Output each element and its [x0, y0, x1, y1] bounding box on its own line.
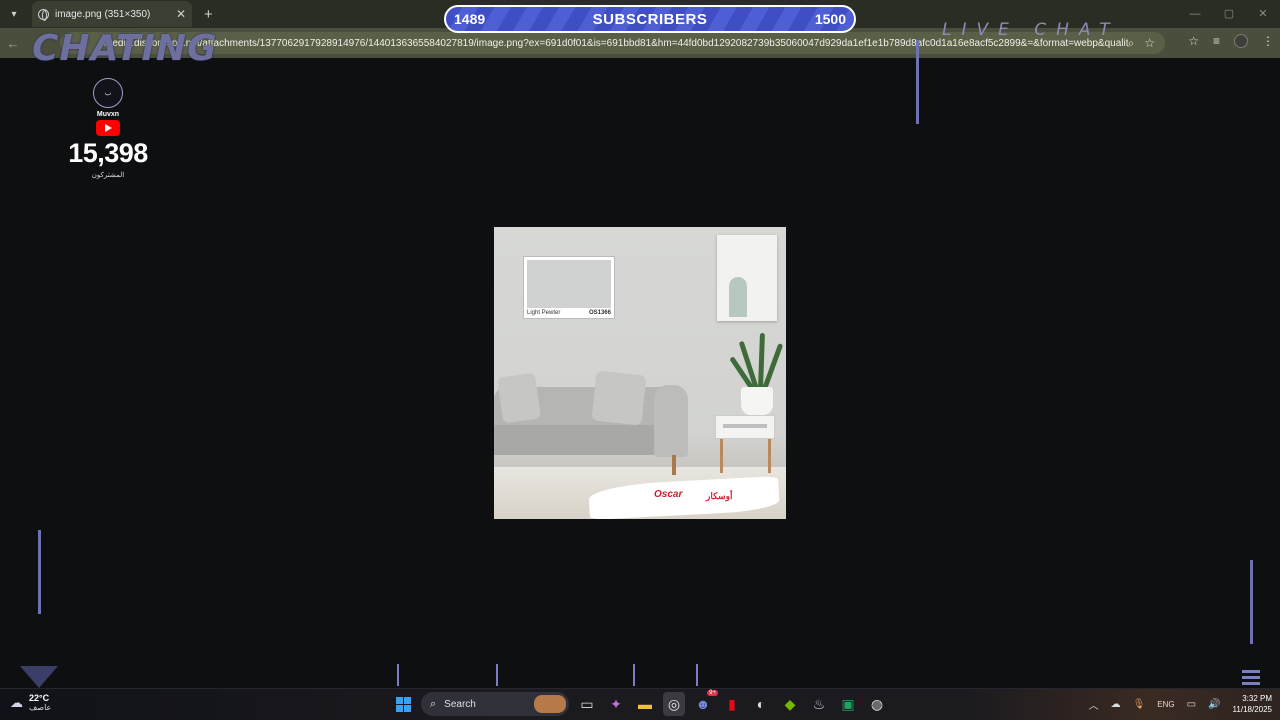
subscriber-count: 15,398 [68, 138, 148, 168]
media-icon[interactable]: ≡ [1213, 34, 1220, 48]
netflix-icon[interactable]: ▮ [721, 692, 743, 716]
paint-swatch-card: Light Pewter OS1366 [523, 256, 615, 319]
brand-logo-arabic: أوسكار [706, 491, 733, 501]
discord-badge: 9+ [707, 690, 718, 696]
windows-icon[interactable] [392, 692, 414, 716]
copilot-icon[interactable]: ✦ [605, 692, 627, 716]
search-icon: ⌕ [430, 697, 437, 710]
chat-divider-line [916, 40, 919, 124]
obs-icon[interactable]: ◐ [750, 692, 772, 716]
clock-date: 11/18/2025 [1232, 705, 1272, 714]
plant-leaf [762, 343, 784, 390]
wall-frame [717, 235, 777, 321]
equalizer-bar [397, 664, 399, 686]
swatch-code: OS1366 [588, 310, 611, 316]
subscriber-goal-bar: 1489 SUBSCRIBERS 1500 [444, 5, 856, 33]
channel-name: Muvxn [96, 111, 120, 118]
steam-icon[interactable]: ♨ [808, 692, 830, 716]
equalizer-bar [696, 664, 698, 686]
subscriber-count-label: المشتركون [91, 172, 125, 179]
clock[interactable]: 3:32 PM 11/18/2025 [1233, 693, 1272, 715]
sofa-seat [494, 425, 674, 455]
table-drawer [723, 424, 767, 428]
close-icon[interactable]: ✕ [176, 7, 186, 21]
app-icon[interactable]: ◍ [866, 692, 888, 716]
language-indicator[interactable]: ENG [1157, 700, 1174, 709]
back-icon[interactable]: ← [0, 36, 26, 51]
swatch-name: Light Pewter [527, 310, 561, 316]
sofa-pillow [496, 372, 542, 424]
channel-widget: ب Muvxn 15,398 المشتركون [60, 78, 156, 179]
globe-icon [38, 8, 49, 21]
task-view-icon[interactable]: ▭ [576, 692, 598, 716]
sub-goal-label: SUBSCRIBERS [592, 10, 708, 28]
avatar[interactable] [1234, 34, 1248, 48]
minimize-button[interactable]: — [1178, 0, 1212, 28]
displayed-image[interactable]: Light Pewter OS1366 Oscar أوسكار [494, 227, 786, 519]
menu-icon [1242, 670, 1260, 688]
menu-icon[interactable]: ⋮ [1262, 34, 1274, 48]
sofa-pillow [591, 370, 647, 426]
equalizer-bar [496, 664, 498, 686]
window-controls: — ▢ ✕ [1178, 0, 1280, 28]
excel-icon[interactable]: ▣ [837, 692, 859, 716]
plus-icon[interactable]: + [204, 6, 213, 23]
discord-icon[interactable]: ☻ 9+ [692, 690, 718, 716]
weather-widget[interactable]: ☁ 22°C عاصف [10, 693, 51, 712]
taskbar-search[interactable]: ⌕ Search [421, 692, 569, 716]
volume-icon[interactable]: 🔊 [1208, 699, 1220, 710]
clock-time: 3:32 PM [1242, 694, 1272, 703]
youtube-icon [96, 120, 120, 136]
search-placeholder: Search [444, 698, 476, 710]
microphone-icon[interactable]: 🎙 [1133, 699, 1146, 710]
right-divider-line [1250, 560, 1253, 644]
wind-icon: ☁ [10, 694, 23, 710]
brand-logo: Oscar [654, 489, 683, 500]
channel-avatar: ب [93, 78, 123, 108]
cloud-icon[interactable]: ☁ [1111, 699, 1121, 710]
equalizer-bar [633, 664, 635, 686]
tab-search-icon[interactable]: ▾ [4, 4, 24, 24]
chevron-up-icon[interactable]: ︿ [1089, 697, 1099, 712]
browser-tab[interactable]: image.png (351×350) ✕ [32, 1, 192, 27]
zoom-icon[interactable]: ⌕ [1128, 36, 1135, 51]
left-divider-line [38, 530, 41, 614]
plant-pot [741, 387, 773, 415]
star-icon[interactable]: ☆ [1144, 36, 1155, 51]
taskbar-apps: ⌕ Search ▭ ✦ ▬ ◎ ☻ 9+ ▮ ◐ ◆ ♨ ▣ ◍ [392, 690, 888, 716]
frame-arch [729, 277, 747, 317]
live-chat-title: LIVE CHAT [942, 20, 1120, 40]
file-explorer-icon[interactable]: ▬ [634, 692, 656, 716]
maximize-button[interactable]: ▢ [1212, 0, 1246, 28]
wifi-icon[interactable]: ▭ [1187, 699, 1196, 710]
table-leg [720, 439, 723, 473]
browser-toolbar: ☆ ≡ ⋮ [1188, 34, 1274, 48]
weather-temp: 22°C [29, 693, 50, 703]
tab-title: image.png (351×350) [55, 8, 151, 20]
sofa-arm [654, 385, 688, 457]
system-tray: ︿ ☁ 🎙 ENG ▭ 🔊 3:32 PM 11/18/2025 [1089, 693, 1272, 715]
side-table [715, 415, 775, 439]
chrome-icon[interactable]: ◎ [663, 692, 685, 716]
chating-title: CHATING [32, 28, 218, 69]
nvidia-icon[interactable]: ◆ [779, 692, 801, 716]
overlay-logo [20, 666, 58, 688]
weather-condition: عاصف [29, 703, 52, 712]
close-window-button[interactable]: ✕ [1246, 0, 1280, 28]
swatch-color [527, 260, 611, 308]
table-leg [768, 439, 771, 473]
sub-goal-current: 1489 [454, 11, 486, 27]
bookmark-icon[interactable]: ☆ [1188, 34, 1199, 48]
search-doodle [534, 695, 566, 713]
sub-goal-target: 1500 [814, 11, 846, 27]
sofa-leg [672, 455, 676, 475]
taskbar: ☁ 22°C عاصف ⌕ Search ▭ ✦ ▬ ◎ ☻ 9+ ▮ ◐ ◆ ♨… [0, 688, 1280, 720]
